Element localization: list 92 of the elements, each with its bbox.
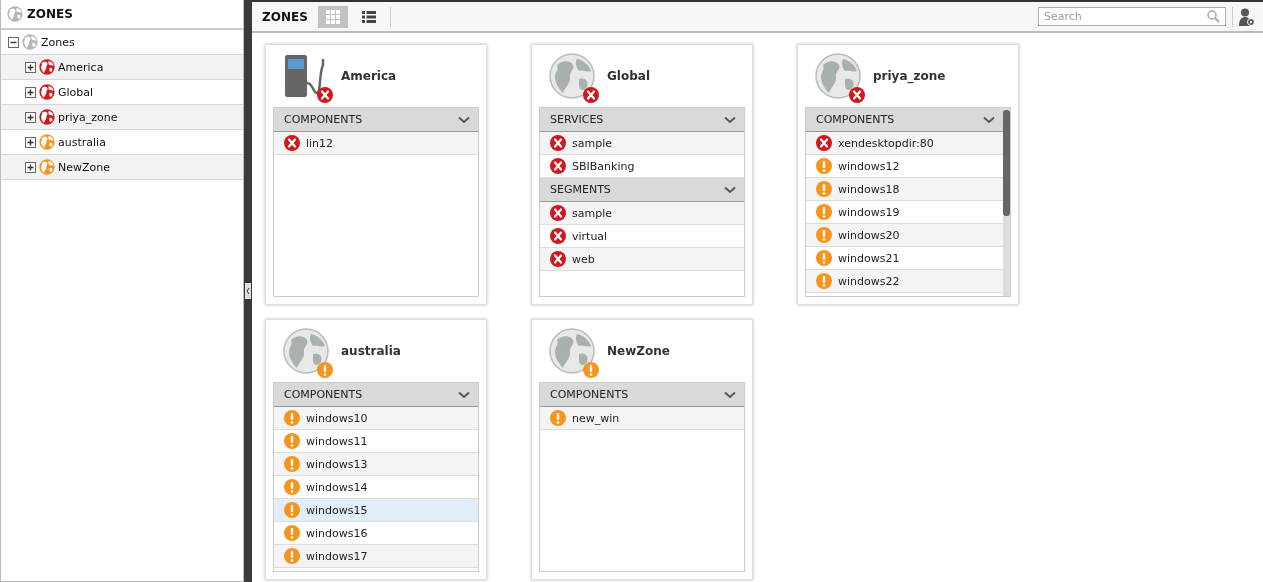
component-name: windows21 [838, 251, 900, 265]
tree-item[interactable]: America [58, 60, 104, 74]
component-row[interactable]: windows14 [274, 476, 478, 499]
globe-icon [549, 53, 595, 99]
component-row[interactable]: windows18 [806, 178, 1003, 201]
search-field[interactable]: Search [1038, 7, 1226, 26]
tree-item[interactable]: Global [58, 85, 94, 99]
component-row[interactable]: xendesktopdir:80 [806, 132, 1003, 155]
component-row[interactable]: lin12 [274, 132, 478, 155]
component-row[interactable]: windows22 [806, 270, 1003, 293]
component-name: windows10 [306, 411, 368, 425]
globe-icon [549, 328, 595, 374]
tree-item[interactable]: australia [58, 135, 106, 149]
section-header[interactable]: COMPONENTS [540, 383, 744, 407]
component-name: web [572, 252, 595, 266]
component-name: windows19 [838, 205, 900, 219]
section-title: COMPONENTS [550, 388, 629, 401]
component-name: new_win [572, 411, 620, 425]
component-row[interactable]: windows10 [274, 407, 478, 430]
component-row[interactable]: new_win [540, 407, 744, 430]
globe-icon [7, 6, 23, 22]
chevron-icon [724, 115, 736, 124]
grid-icon [325, 9, 340, 24]
component-name: windows11 [306, 434, 368, 448]
component-row[interactable]: windows15 [274, 499, 478, 522]
component-row[interactable]: windows16 [274, 522, 478, 545]
section-header[interactable]: COMPONENTS [274, 383, 478, 407]
component-row[interactable]: windows11 [274, 430, 478, 453]
component-row[interactable]: windows21 [806, 247, 1003, 270]
expand-icon[interactable] [25, 111, 36, 123]
component-row[interactable]: virtual [540, 225, 744, 248]
collapse-handle-icon[interactable] [245, 283, 251, 299]
component-row[interactable]: SBIBanking [540, 155, 744, 178]
list-icon [361, 10, 376, 23]
component-row[interactable]: sample [540, 132, 744, 155]
zone-name: NewZone [607, 344, 670, 358]
expand-icon[interactable] [25, 161, 36, 173]
section-title: COMPONENTS [816, 113, 895, 126]
component-row[interactable]: windows19 [806, 201, 1003, 224]
tree-item[interactable]: NewZone [58, 160, 110, 174]
component-row[interactable]: windows12 [806, 155, 1003, 178]
expand-icon[interactable] [25, 86, 36, 98]
expand-icon[interactable] [25, 61, 36, 73]
chevron-icon [983, 115, 995, 124]
page-title: ZONES [262, 9, 308, 24]
search-icon [1207, 10, 1220, 23]
sidebar-title: ZONES [27, 7, 73, 21]
component-name: virtual [572, 229, 608, 243]
chevron-icon [458, 115, 470, 124]
expand-icon[interactable] [25, 136, 36, 148]
globe-icon [283, 328, 329, 374]
section-title: COMPONENTS [284, 113, 363, 126]
section-title: SERVICES [550, 113, 604, 126]
component-name: windows17 [306, 549, 368, 563]
tree-item[interactable]: priya_zone [58, 110, 118, 124]
component-row[interactable]: sample [540, 202, 744, 225]
zone-name: America [341, 69, 397, 83]
collapse-icon[interactable] [8, 36, 19, 48]
globe-icon [815, 53, 861, 99]
chevron-icon [724, 185, 736, 194]
section-header[interactable]: SEGMENTS [540, 178, 744, 202]
chevron-icon [724, 390, 736, 399]
component-name: xendesktopdir:80 [838, 136, 934, 150]
component-name: windows14 [306, 480, 368, 494]
component-row[interactable]: web [540, 248, 744, 271]
zone-name: Global [607, 69, 650, 83]
component-name: windows16 [306, 526, 368, 540]
user-settings-icon[interactable] [1239, 7, 1255, 26]
component-name: SBIBanking [572, 159, 635, 173]
tree-item[interactable]: Zones [41, 35, 75, 49]
globe-icon [22, 34, 38, 50]
zone-name: priya_zone [873, 69, 946, 83]
component-name: sample [572, 206, 612, 220]
chevron-icon [458, 390, 470, 399]
section-header[interactable]: SERVICES [540, 108, 744, 132]
section-header[interactable]: COMPONENTS [274, 108, 478, 132]
component-name: windows22 [838, 274, 900, 288]
component-row[interactable]: windows17 [274, 545, 478, 568]
section-title: SEGMENTS [550, 183, 611, 196]
zone-name: australia [341, 344, 401, 358]
component-row[interactable]: windows20 [806, 224, 1003, 247]
section-title: COMPONENTS [284, 388, 363, 401]
component-name: lin12 [306, 136, 334, 150]
component-name: sample [572, 136, 612, 150]
component-name: windows18 [838, 182, 900, 196]
component-name: windows15 [306, 503, 368, 517]
component-row[interactable]: windows13 [274, 453, 478, 476]
scrollbar[interactable] [1003, 108, 1010, 296]
component-name: windows20 [838, 228, 900, 242]
component-name: windows13 [306, 457, 368, 471]
section-header[interactable]: COMPONENTS [806, 108, 1003, 132]
component-name: windows12 [838, 159, 900, 173]
